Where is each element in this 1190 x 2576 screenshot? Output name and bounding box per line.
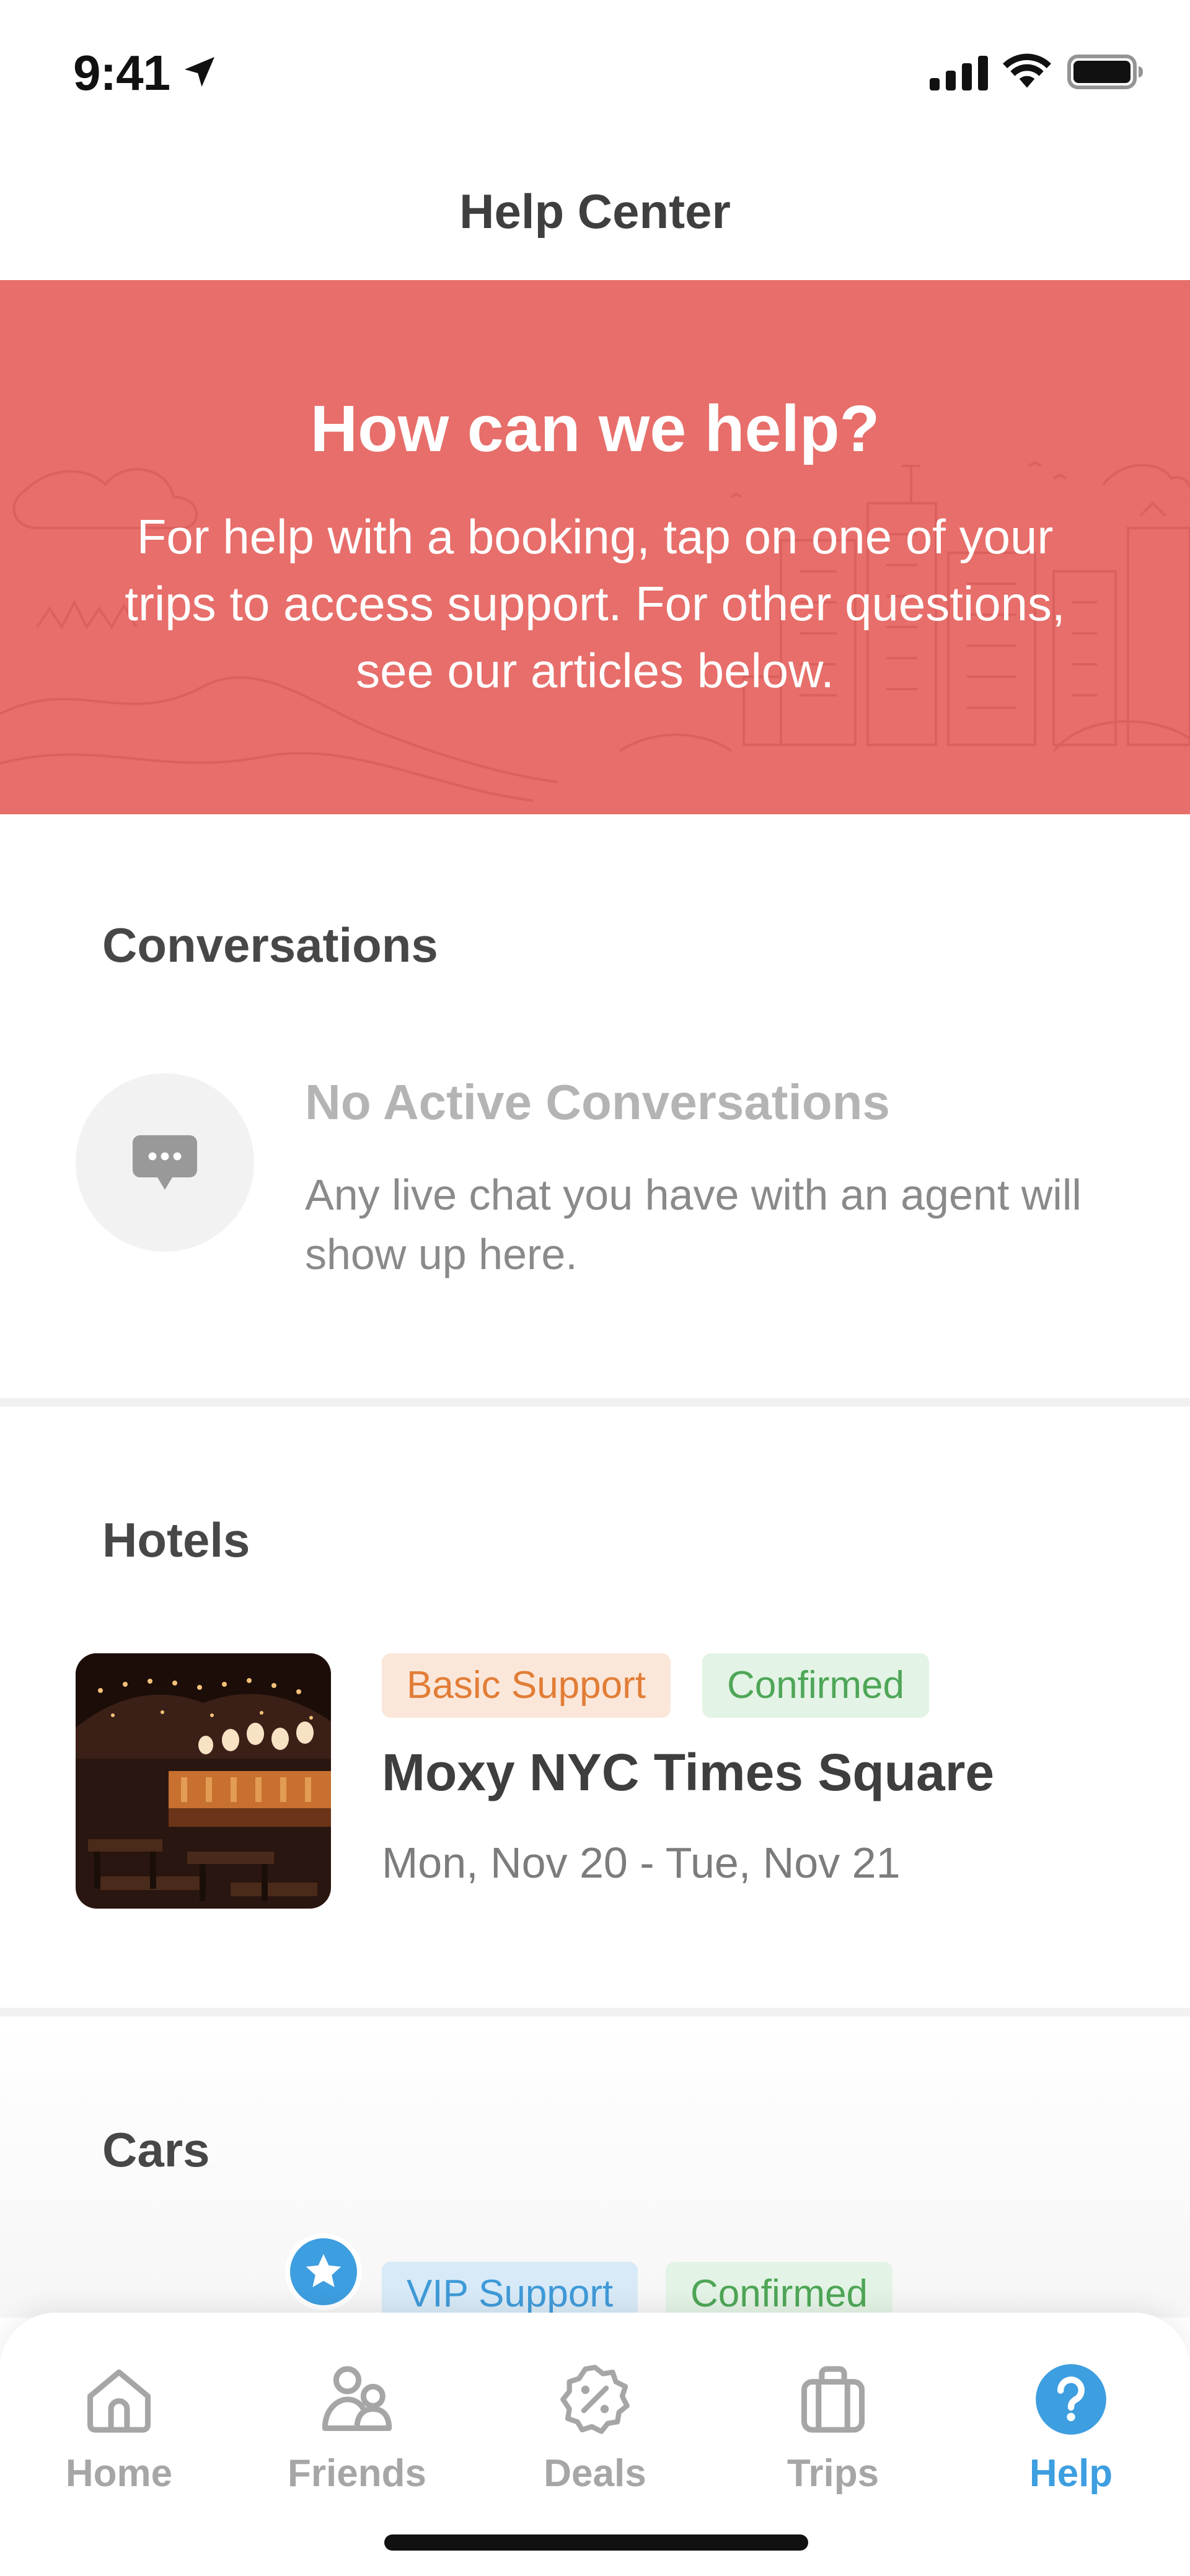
section-divider (0, 2008, 1190, 2016)
tab-label: Help (1029, 2452, 1113, 2495)
hotel-dates: Mon, Nov 20 - Tue, Nov 21 (382, 1839, 901, 1887)
battery-icon (1067, 55, 1143, 89)
hotel-photo (76, 1653, 331, 1909)
tab-trips[interactable]: Trips (714, 2361, 952, 2495)
hero-title: How can we help? (310, 392, 880, 465)
tab-deals[interactable]: Deals (476, 2361, 714, 2495)
tab-label: Friends (288, 2452, 426, 2495)
tab-label: Trips (787, 2452, 879, 2495)
nav-header: Help Center (0, 143, 1190, 280)
help-hero-banner: How can we help? For help with a booking… (0, 280, 1190, 814)
status-badge: Confirmed (702, 1653, 929, 1718)
tab-label: Home (65, 2452, 173, 2495)
wifi-icon (1003, 53, 1051, 88)
section-title-hotels: Hotels (102, 1513, 250, 1567)
page-title: Help Center (459, 183, 731, 239)
section-title-cars: Cars (102, 2122, 210, 2177)
hotel-name: Moxy NYC Times Square (382, 1743, 995, 1801)
empty-conversations-title: No Active Conversations (305, 1075, 890, 1130)
support-level-badge: Basic Support (382, 1653, 671, 1718)
deals-badge-icon (560, 2365, 630, 2434)
tab-label: Deals (544, 2452, 646, 2495)
friends-icon (322, 2366, 392, 2432)
star-icon (306, 2254, 342, 2287)
section-title-conversations: Conversations (102, 918, 438, 972)
vip-star-badge (285, 2233, 362, 2310)
conversation-placeholder-avatar (76, 1073, 254, 1252)
status-bar: 9:41 (0, 0, 1190, 143)
hero-description: For help with a booking, tap on one of y… (125, 509, 1065, 698)
tab-home[interactable]: Home (0, 2361, 238, 2495)
section-divider (0, 1398, 1190, 1407)
question-circle-icon (1036, 2364, 1106, 2435)
bottom-tab-bar: Home Friends Deals Trips Help (0, 2313, 1190, 2576)
status-time: 9:41 (73, 45, 170, 100)
chat-bubble-icon (133, 1135, 197, 1190)
tab-help[interactable]: Help (952, 2361, 1190, 2495)
home-icon (87, 2369, 151, 2433)
home-indicator (384, 2534, 808, 2551)
suitcase-icon (801, 2366, 865, 2433)
location-arrow-icon (185, 57, 214, 87)
hotel-thumbnail (76, 1653, 331, 1909)
empty-conversations-description: Any live chat you have with an agent wil… (305, 1171, 1082, 1278)
cellular-signal-icon (930, 56, 988, 90)
tab-friends[interactable]: Friends (238, 2361, 476, 2495)
